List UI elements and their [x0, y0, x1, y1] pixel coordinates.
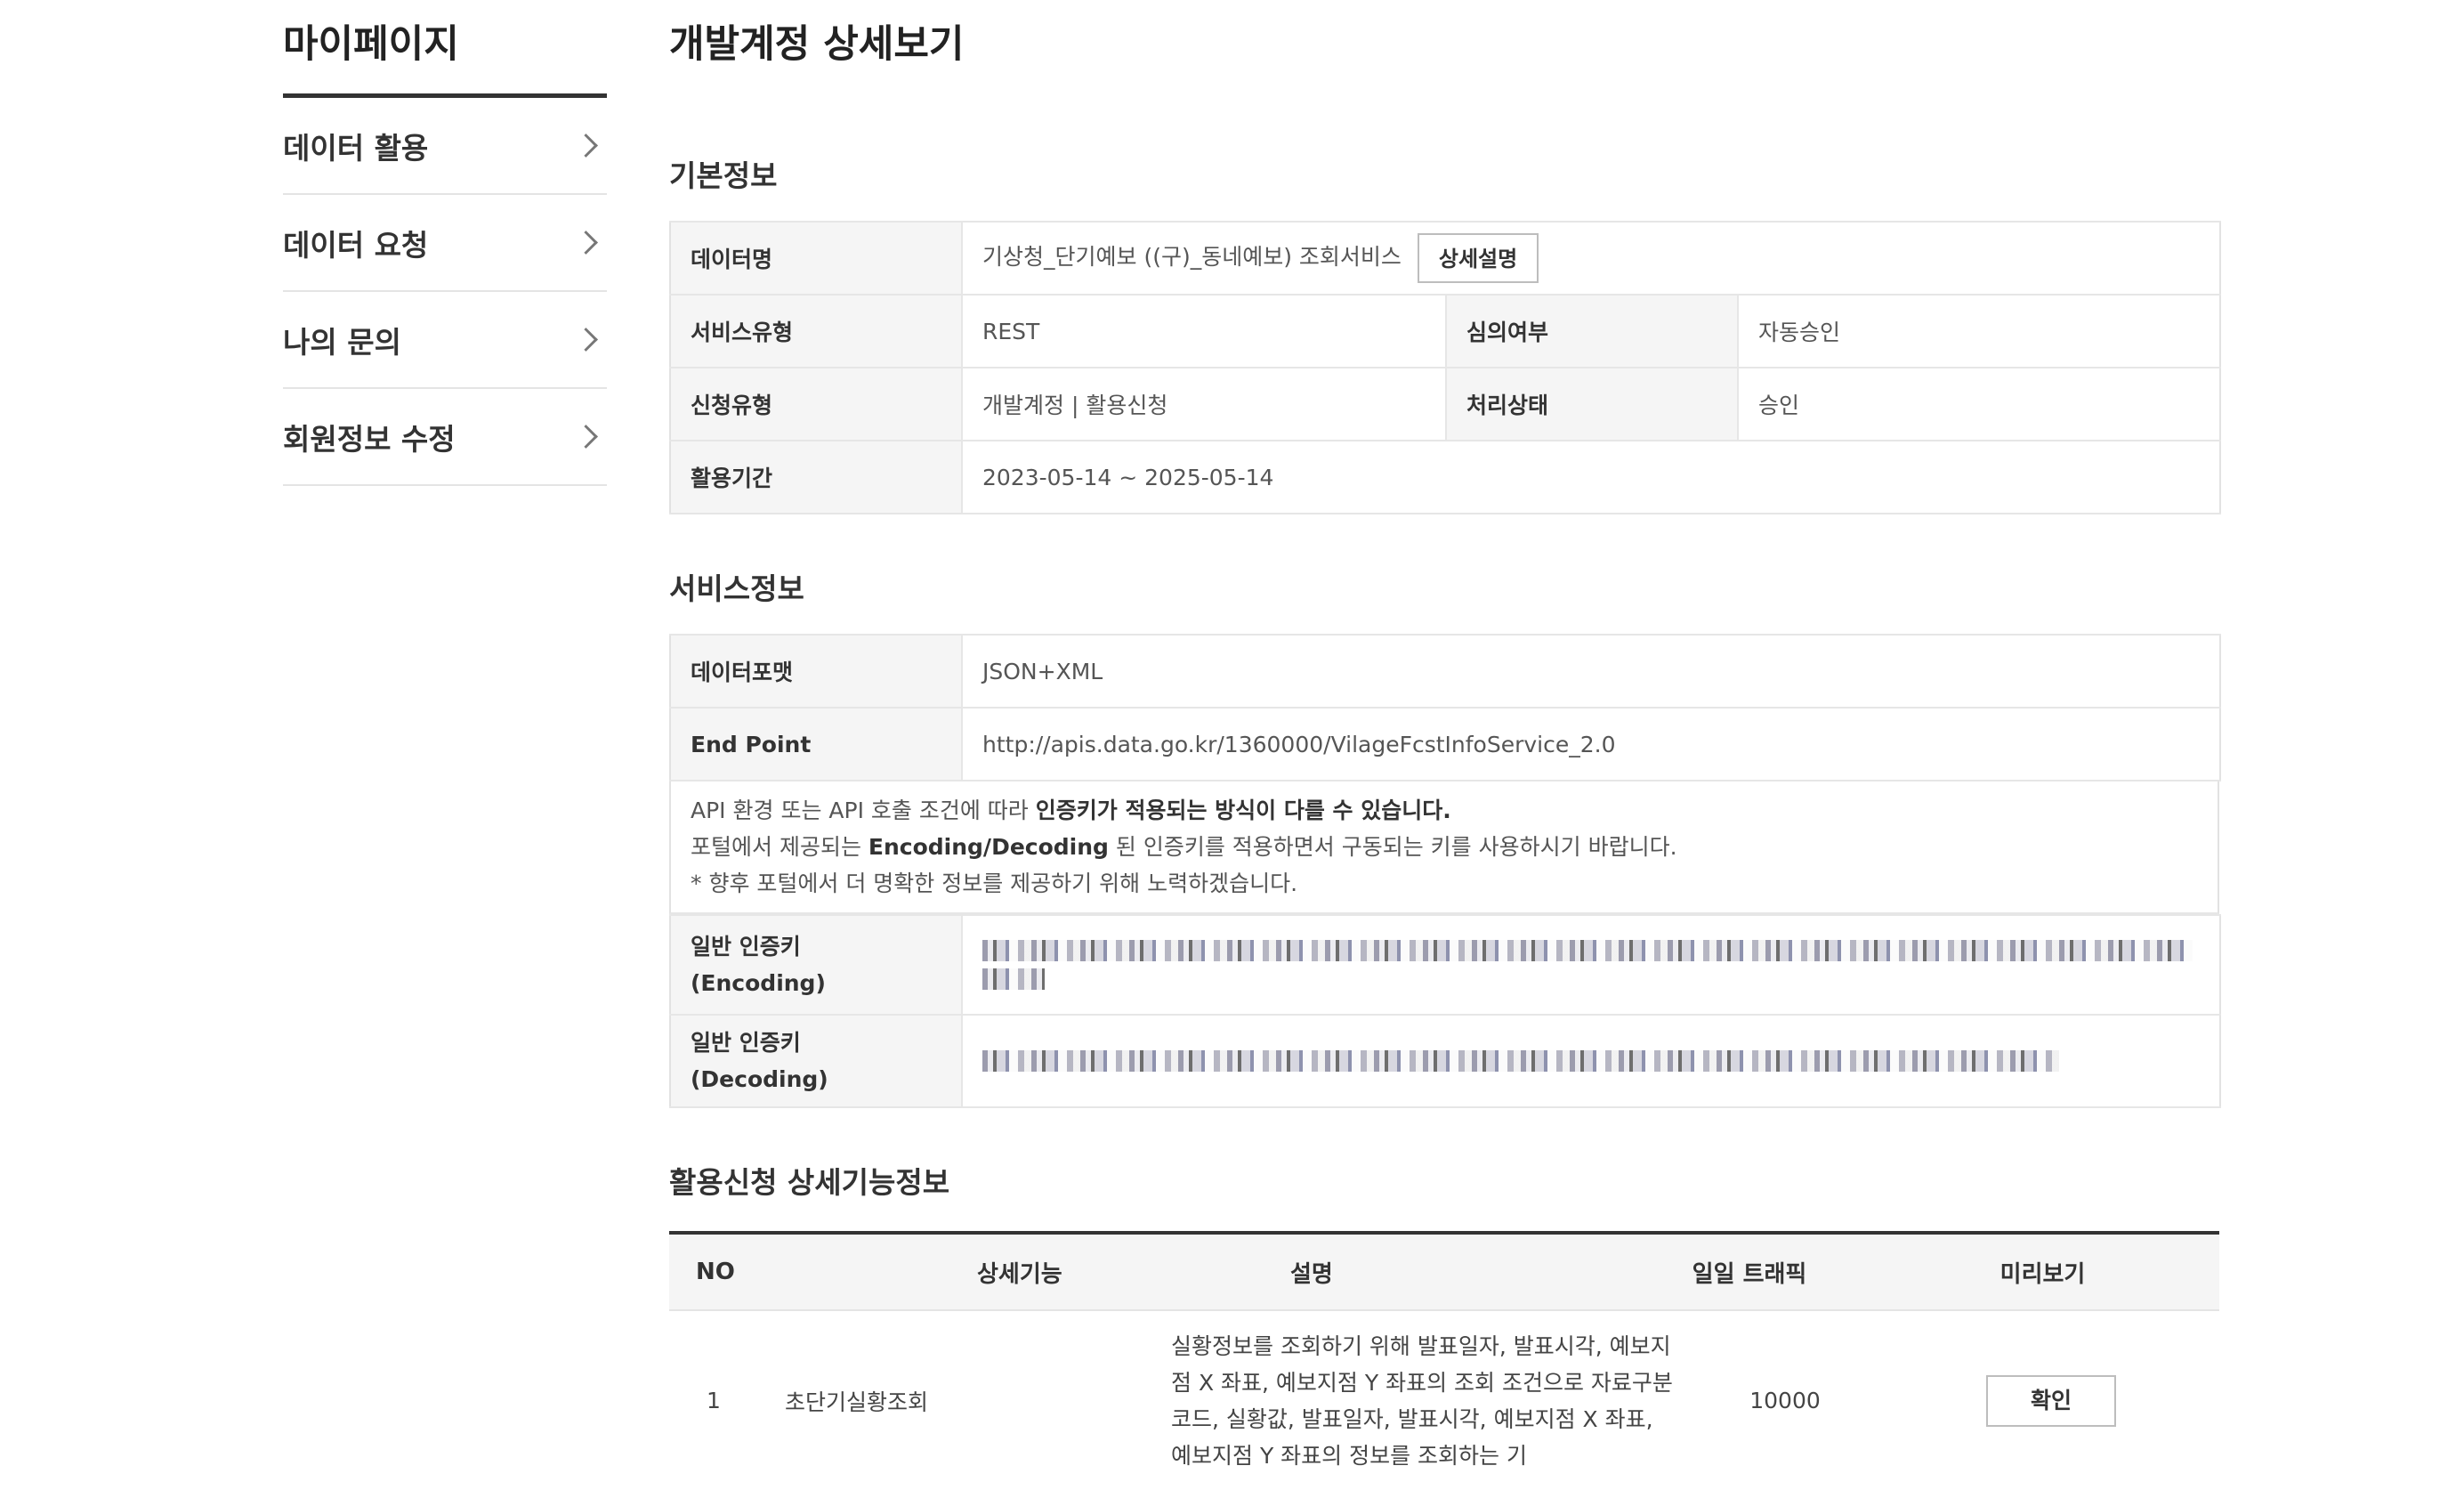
- detail-description-button[interactable]: 상세설명: [1417, 233, 1539, 283]
- table-row: 1 초단기실황조회 실황정보를 조회하기 위해 발표일자, 발표시각, 예보지점…: [669, 1310, 2219, 1490]
- decoding-key-label-line2: (Decoding): [691, 1066, 828, 1092]
- decoding-key-label: 일반 인증키 (Decoding): [670, 1014, 963, 1108]
- auth-key-table: 일반 인증키 (Encoding) 일반 인증키 (Decoding): [669, 914, 2221, 1108]
- row-data-format: 데이터포맷 JSON+XML: [670, 634, 2220, 709]
- encoding-key-value[interactable]: [962, 914, 2220, 1016]
- notice-line-1: API 환경 또는 API 호출 조건에 따라 인증키가 적용되는 방식이 다를…: [691, 792, 2198, 829]
- decoding-key-label-line1: 일반 인증키: [691, 1030, 801, 1056]
- sidebar-item-label: 데이터 활용: [283, 130, 429, 166]
- chevron-right-icon: [574, 425, 598, 449]
- service-type-label: 서비스유형: [670, 294, 963, 368]
- row-description: 실황정보를 조회하기 위해 발표일자, 발표시각, 예보지점 X 좌표, 예보지…: [1171, 1332, 1673, 1469]
- apply-type-value: 개발계정 | 활용신청: [962, 367, 1446, 441]
- row-preview-cell: 확인: [1986, 1310, 2219, 1490]
- row-no: 1: [707, 1388, 721, 1413]
- table-header-row: NO 상세기능 설명 일일 트래픽 미리보기: [669, 1233, 2219, 1311]
- row-service-type: 서비스유형 REST 심의여부 자동승인: [670, 294, 2220, 368]
- main-content: 개발계정 상세보기 기본정보 데이터명 기상청_단기예보 ((구)_동네예보) …: [669, 0, 2221, 1490]
- row-decoding-key: 일반 인증키 (Decoding): [670, 1014, 2220, 1108]
- sidebar-item-data-usage[interactable]: 데이터 활용: [283, 98, 607, 195]
- notice-text: API 환경 또는 API 호출 조건에 따라: [691, 798, 1036, 823]
- notice-line-2: 포털에서 제공되는 Encoding/Decoding 된 인증키를 적용하면서…: [691, 829, 2198, 865]
- sidebar-item-my-inquiry[interactable]: 나의 문의: [283, 292, 607, 389]
- sidebar-item-edit-member[interactable]: 회원정보 수정: [283, 389, 607, 486]
- review-value: 자동승인: [1738, 294, 2220, 368]
- section-title-basic-info: 기본정보: [669, 158, 778, 193]
- sidebar-item-label: 회원정보 수정: [283, 421, 456, 457]
- col-header-description-label: 설명: [1290, 1260, 1333, 1288]
- row-period: 활용기간 2023-05-14 ~ 2025-05-14: [670, 440, 2220, 514]
- section-title-detail-features: 활용신청 상세기능정보: [669, 1165, 950, 1200]
- notice-emphasis: Encoding/Decoding: [868, 834, 1109, 860]
- status-label: 처리상태: [1445, 367, 1739, 441]
- redacted-key-line: [982, 1050, 2059, 1072]
- service-type-value: REST: [962, 294, 1446, 368]
- row-endpoint: End Point http://apis.data.go.kr/1360000…: [670, 707, 2220, 781]
- col-header-description: 설명: [1285, 1233, 1607, 1311]
- row-traffic: 10000: [1749, 1388, 1821, 1413]
- data-name-label: 데이터명: [670, 221, 963, 296]
- sidebar-item-data-request[interactable]: 데이터 요청: [283, 195, 607, 292]
- data-format-label: 데이터포맷: [670, 634, 963, 709]
- endpoint-value: http://apis.data.go.kr/1360000/VilageFcs…: [962, 707, 2220, 781]
- encoding-key-label-line2: (Encoding): [691, 970, 826, 996]
- sidebar-item-label: 나의 문의: [283, 324, 401, 360]
- basic-info-table: 데이터명 기상청_단기예보 ((구)_동네예보) 조회서비스 상세설명 서비스유…: [669, 221, 2221, 514]
- status-value: 승인: [1738, 367, 2220, 441]
- col-header-traffic: 일일 트래픽: [1607, 1233, 1892, 1311]
- apply-type-label: 신청유형: [670, 367, 963, 441]
- sidebar-item-label: 데이터 요청: [283, 227, 429, 263]
- row-encoding-key: 일반 인증키 (Encoding): [670, 914, 2220, 1016]
- notice-emphasis: 인증키가 적용되는 방식이 다를 수 있습니다.: [1035, 798, 1451, 823]
- notice-line-3: * 향후 포털에서 더 명확한 정보를 제공하기 위해 노력하겠습니다.: [691, 871, 1298, 896]
- preview-confirm-button[interactable]: 확인: [1986, 1374, 2116, 1427]
- data-name-value-cell: 기상청_단기예보 ((구)_동네예보) 조회서비스 상세설명: [962, 221, 2220, 296]
- sidebar-title: 마이페이지: [283, 0, 607, 98]
- data-format-value: JSON+XML: [962, 634, 2220, 709]
- redacted-key-line: [982, 940, 2193, 961]
- notice-text: 포털에서 제공되는: [691, 834, 868, 860]
- col-header-no: NO: [669, 1233, 758, 1311]
- sidebar: 마이페이지 데이터 활용 데이터 요청 나의 문의 회원정보 수정: [283, 0, 607, 486]
- section-title-service-info: 서비스정보: [669, 571, 804, 606]
- detail-features-table: NO 상세기능 설명 일일 트래픽 미리보기 1 초단기실황조회 실황정보를 조…: [669, 1231, 2219, 1490]
- endpoint-label: End Point: [670, 707, 963, 781]
- chevron-right-icon: [574, 328, 598, 352]
- chevron-right-icon: [574, 231, 598, 255]
- review-label: 심의여부: [1445, 294, 1739, 368]
- row-apply-type: 신청유형 개발계정 | 활용신청 처리상태 승인: [670, 367, 2220, 441]
- row-data-name: 데이터명 기상청_단기예보 ((구)_동네예보) 조회서비스 상세설명: [670, 221, 2220, 296]
- encoding-key-label-line1: 일반 인증키: [691, 934, 801, 960]
- col-header-spacer: [2141, 1233, 2219, 1311]
- page-title: 개발계정 상세보기: [669, 22, 965, 67]
- encoding-key-label: 일반 인증키 (Encoding): [670, 914, 963, 1016]
- redacted-key-line: [982, 968, 1045, 990]
- period-value: 2023-05-14 ~ 2025-05-14: [962, 440, 2220, 514]
- decoding-key-value[interactable]: [962, 1014, 2220, 1108]
- col-header-feature: 상세기능: [758, 1233, 1285, 1311]
- chevron-right-icon: [574, 134, 598, 158]
- notice-text: 된 인증키를 적용하면서 구동되는 키를 사용하시기 바랍니다.: [1108, 834, 1677, 860]
- period-label: 활용기간: [670, 440, 963, 514]
- data-name-value: 기상청_단기예보 ((구)_동네예보) 조회서비스: [982, 244, 1402, 270]
- col-header-preview: 미리보기: [1892, 1233, 2141, 1311]
- auth-key-notice: API 환경 또는 API 호출 조건에 따라 인증키가 적용되는 방식이 다를…: [669, 781, 2219, 914]
- service-info-table: 데이터포맷 JSON+XML End Point http://apis.dat…: [669, 634, 2221, 781]
